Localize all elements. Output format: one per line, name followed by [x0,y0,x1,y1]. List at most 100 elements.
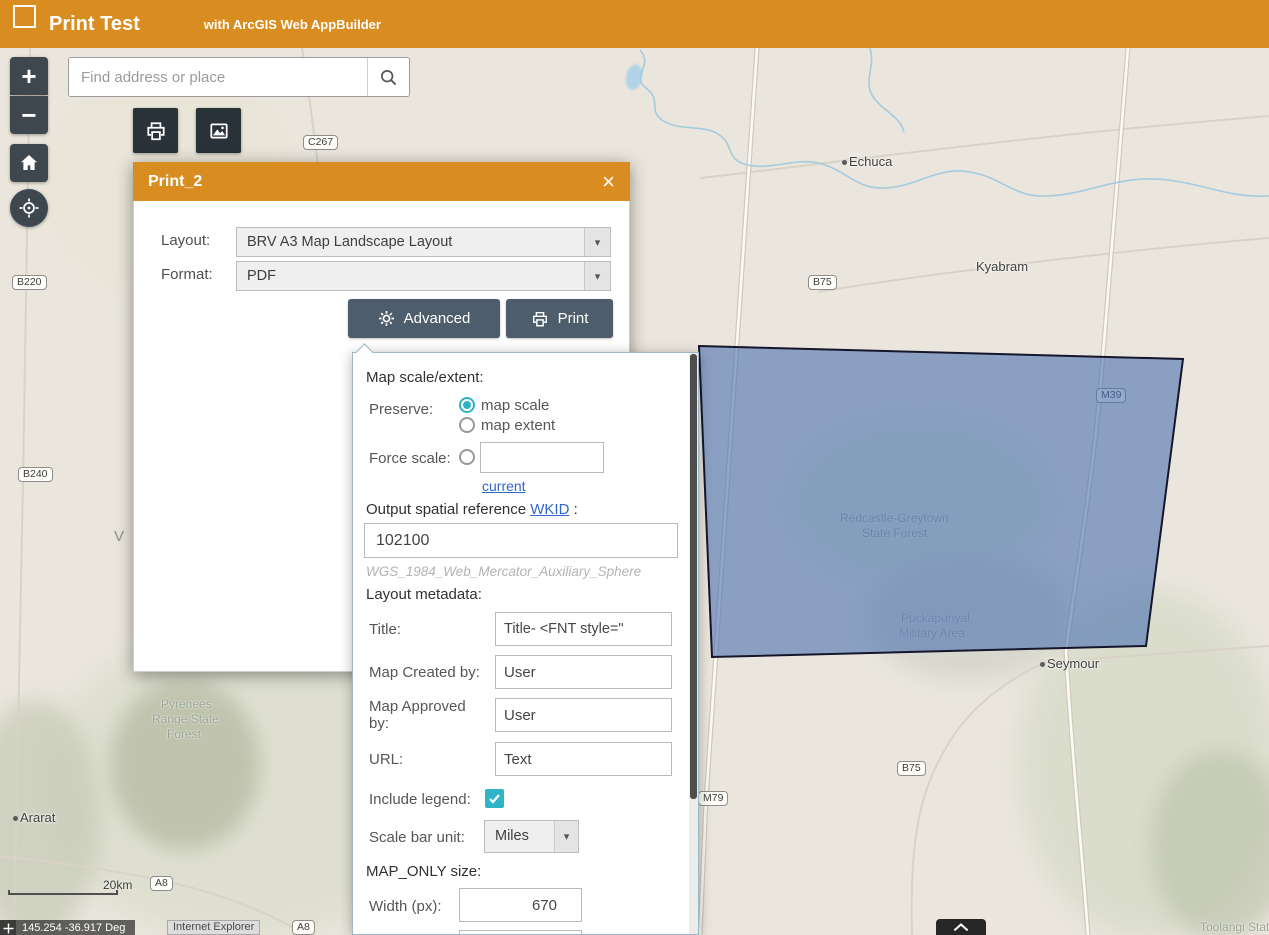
map-label-ararat: Ararat [20,810,56,825]
scrollbar-thumb[interactable] [690,354,697,799]
zoom-out-button[interactable]: − [10,96,48,134]
force-scale-label: Force scale: [369,450,451,467]
map-extent-radio[interactable] [459,417,475,433]
map-label-toolangi: Toolangi State [1200,920,1269,934]
format-label: Format: [161,266,213,283]
scalebar [8,890,118,895]
force-scale-input[interactable] [480,442,604,473]
map-extent-option-label[interactable]: map extent [481,417,555,434]
printer-icon [532,311,547,326]
zoom-out-label: − [21,100,37,130]
chevron-down-icon[interactable]: ▾ [554,821,578,852]
advanced-panel-scrollbar[interactable] [689,353,698,934]
map-label-echuca: Echuca [849,154,893,169]
road-badge-m79: M79 [698,791,729,806]
spatial-reference-label: Output spatial reference WKID : [366,501,578,518]
print-button-label: Print [557,310,589,327]
force-scale-radio[interactable] [459,449,475,465]
map-label-kyabram: Kyabram [976,259,1029,274]
road-badge-a8-west: A8 [150,876,173,891]
map-scale-radio[interactable] [459,397,475,413]
map-scale-option-label[interactable]: map scale [481,397,549,414]
road-badge-b240: B240 [18,467,53,482]
map-label-puckapunyal-1: Puckapunyal [901,611,970,625]
map-attribution: Internet Explorer [167,920,261,935]
print-dialog-header[interactable]: Print_2 × [133,162,630,201]
close-icon[interactable]: × [602,170,615,193]
road-badge-a8-south: A8 [292,920,315,935]
width-input[interactable] [459,888,582,922]
map-dot-ararat [13,816,18,821]
wkid-name-text: WGS_1984_Web_Mercator_Auxiliary_Sphere [366,564,642,579]
road-badge-c267: C267 [303,135,339,150]
format-dropdown-value: PDF [247,268,276,284]
map-label-seymour: Seymour [1047,656,1100,671]
locate-icon [19,198,39,218]
search-input[interactable] [69,58,367,96]
map-label-redcastle-1: Redcastle-Greytown [840,511,949,525]
scale-bar-unit-dropdown[interactable]: Miles ▾ [484,820,579,853]
road-badge-b220: B220 [12,275,47,290]
print-dialog-title: Print_2 [148,172,203,190]
road-badge-m39: M39 [1096,388,1127,403]
map-label-pyrenees-3: Forest [167,727,202,741]
created-by-input[interactable] [495,655,672,689]
basemap-icon [209,123,228,138]
advanced-button[interactable]: Advanced [348,299,500,338]
layout-label: Layout: [161,232,211,249]
zoom-in-button[interactable]: + [10,57,48,95]
printer-icon [146,121,165,140]
layout-dropdown-value: BRV A3 Map Landscape Layout [247,234,453,250]
basemap-widget-button[interactable] [196,108,241,153]
wkid-link[interactable]: WKID [530,501,569,518]
advanced-panel: Map scale/extent: Preserve: map scale ma… [352,352,699,935]
coordinate-widget: 145.254 -36.917 Deg [0,920,136,935]
title-label: Title: [369,621,401,638]
app-logo [13,5,36,28]
section-layout-metadata: Layout metadata: [366,586,482,603]
road-badge-b75-north: B75 [808,275,837,290]
include-legend-checkbox[interactable] [485,789,504,808]
check-icon [489,794,500,804]
locate-button[interactable] [10,189,48,227]
approved-by-input[interactable] [495,698,672,732]
app-subtitle: with ArcGIS Web AppBuilder [203,16,381,32]
road-badge-b75-south: B75 [897,761,926,776]
gear-icon [378,311,394,326]
current-scale-link[interactable]: current [482,478,526,494]
crosshair-icon[interactable] [0,920,16,935]
section-map-only-size: MAP_ONLY size: [366,863,482,880]
coordinate-readout: 145.254 -36.917 Deg [16,920,136,935]
height-input[interactable] [459,930,582,934]
chevron-up-icon [953,923,969,932]
sr-label-text: Output spatial reference [366,501,527,518]
scale-bar-unit-value: Miles [495,828,529,844]
chevron-down-icon[interactable]: ▾ [584,228,610,256]
app-header: Print Test with ArcGIS Web AppBuilder [0,0,1269,48]
print-button[interactable]: Print [506,299,613,338]
app: Echuca Kyabram Seymour Ararat Redcastle-… [0,0,1269,935]
width-label: Width (px): [369,898,442,915]
home-icon [21,155,37,170]
advanced-button-label: Advanced [403,310,471,327]
wkid-input[interactable] [364,523,678,558]
map-dot-echuca [842,160,847,165]
search-icon [380,69,397,85]
preserve-label: Preserve: [369,401,434,418]
url-input[interactable] [495,742,672,776]
title-input[interactable] [495,612,672,646]
created-by-label: Map Created by: [369,664,480,681]
layout-dropdown[interactable]: BRV A3 Map Landscape Layout ▾ [236,227,611,257]
map-label-pyrenees-2: Range State [152,712,219,726]
format-dropdown[interactable]: PDF ▾ [236,261,611,291]
sr-colon: : [573,501,578,518]
map-label-pyrenees-1: Pyrenees [161,697,212,711]
print-widget-button[interactable] [133,108,178,153]
home-button[interactable] [10,144,48,182]
chevron-down-icon[interactable]: ▾ [584,262,610,290]
attribution-toggle-button[interactable] [936,919,986,935]
scale-bar-unit-label: Scale bar unit: [369,829,465,846]
map-label-puckapunyal-2: Military Area [899,626,966,640]
search-button[interactable] [367,58,409,96]
approved-by-label: Map Approved by: [369,698,466,732]
